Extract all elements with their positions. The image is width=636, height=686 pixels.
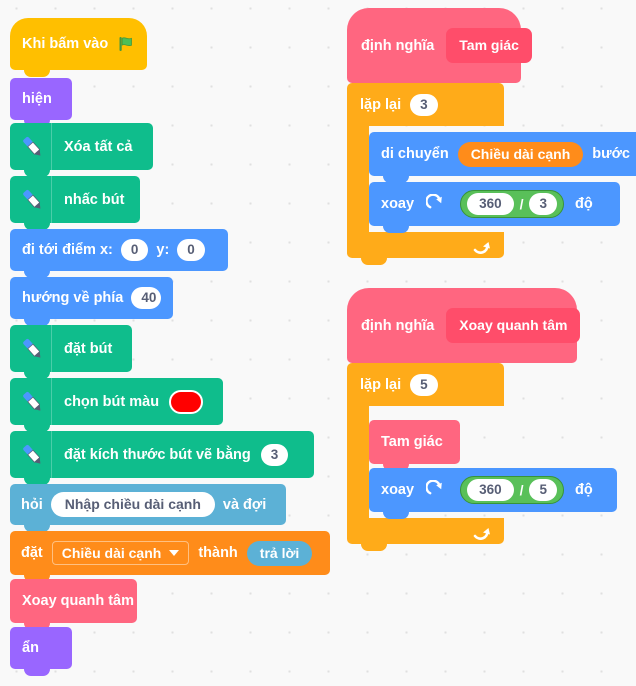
- block-goto-xy[interactable]: đi tới điểm x: 0 y: 0: [10, 229, 228, 278]
- procedure-name-tam-giac: Tam giác: [446, 28, 532, 63]
- define-label: định nghĩa: [361, 317, 435, 334]
- divide-right-input[interactable]: 3: [529, 193, 557, 215]
- turn-label-post: độ: [575, 196, 593, 212]
- loop-arrow-icon: [472, 236, 492, 254]
- block-call-xoay-quanh-tam[interactable]: Xoay quanh tâm: [10, 579, 137, 630]
- block-set-pen-size[interactable]: đặt kích thước bút vẽ bằng 3: [10, 431, 314, 485]
- repeat-label-rotate: lặp lại 5: [360, 374, 438, 396]
- repeat-label-text: lặp lại: [360, 97, 402, 113]
- hide-label: ẩn: [22, 640, 39, 656]
- repeat-times-input[interactable]: 5: [410, 374, 438, 396]
- block-ask-and-wait[interactable]: hỏi Nhập chiều dài cạnh và đợi: [10, 484, 286, 532]
- block-when-flag-clicked[interactable]: Khi bấm vào: [10, 18, 147, 77]
- block-define-tam-giac-hat[interactable]: định nghĩa Tam giác: [347, 8, 532, 83]
- goto-y-label: y:: [156, 242, 170, 258]
- divide-symbol: /: [519, 196, 524, 212]
- ask-prompt-input[interactable]: Nhập chiều dài cạnh: [50, 492, 215, 517]
- loop-arrow-icon: [472, 522, 492, 540]
- pen-down-label: đặt bút: [64, 340, 113, 357]
- operator-divide-triangle[interactable]: 360 / 3: [460, 190, 564, 218]
- green-flag-icon: [117, 34, 137, 54]
- block-point-in-direction[interactable]: hướng về phía 40: [10, 277, 173, 326]
- divide-right-input[interactable]: 5: [529, 479, 557, 501]
- turn-clockwise-icon: [426, 480, 446, 500]
- block-turn-right-rotate[interactable]: xoay 360 / 5 độ: [369, 468, 617, 519]
- block-pen-up[interactable]: nhấc bút: [10, 176, 140, 230]
- move-label-post: bước: [592, 146, 630, 162]
- divide-left-input[interactable]: 360: [467, 479, 514, 501]
- block-define-xoay-quanh-tam-hat[interactable]: định nghĩa Xoay quanh tâm: [347, 288, 581, 363]
- move-label-pre: di chuyển: [381, 146, 449, 162]
- point-direction-input[interactable]: 40: [131, 287, 161, 309]
- goto-x-label: đi tới điểm x:: [22, 242, 113, 258]
- answer-reporter[interactable]: trả lời: [246, 540, 313, 566]
- repeat-block-arm-rotate: [347, 406, 369, 518]
- block-pen-down[interactable]: đặt bút: [10, 325, 132, 379]
- repeat-label-triangle: lặp lại 3: [360, 94, 438, 116]
- point-direction-label: hướng về phía: [22, 290, 124, 306]
- pen-icon: [12, 325, 52, 372]
- repeat-block-arm-triangle: [347, 126, 369, 232]
- turn-label-pre: xoay: [381, 196, 415, 212]
- call-rotate-label: Xoay quanh tâm: [22, 593, 134, 609]
- variable-dropdown-value: Chiều dài cạnh: [61, 545, 162, 561]
- variable-dropdown[interactable]: Chiều dài cạnh: [51, 541, 190, 565]
- block-call-tam-giac[interactable]: Tam giác: [369, 420, 460, 471]
- repeat-label-text: lặp lại: [360, 377, 402, 393]
- when-flag-label: Khi bấm vào: [22, 36, 109, 52]
- set-pen-color-label: chọn bút màu: [64, 393, 160, 410]
- pen-icon: [12, 176, 52, 223]
- erase-all-label: Xóa tất cả: [64, 138, 133, 155]
- variable-reporter-chieu-dai-canh[interactable]: Chiều dài cạnh: [457, 141, 584, 167]
- pen-icon: [12, 378, 52, 425]
- set-var-label-mid: thành: [198, 545, 238, 561]
- show-label: hiện: [22, 91, 52, 107]
- pen-icon: [12, 431, 52, 478]
- goto-x-input[interactable]: 0: [120, 239, 149, 261]
- operator-divide-rotate[interactable]: 360 / 5: [460, 476, 564, 504]
- divide-symbol: /: [519, 482, 524, 498]
- pen-icon: [12, 123, 52, 170]
- block-move-steps-triangle[interactable]: di chuyển Chiều dài cạnh bước: [369, 132, 636, 183]
- divide-left-input[interactable]: 360: [467, 193, 514, 215]
- turn-label-post: độ: [575, 482, 593, 498]
- call-triangle-label: Tam giác: [381, 434, 443, 450]
- set-pen-size-input[interactable]: 3: [260, 443, 289, 466]
- set-pen-size-label: đặt kích thước bút vẽ bằng: [64, 446, 251, 463]
- set-var-label-pre: đặt: [21, 545, 43, 561]
- block-set-variable[interactable]: đặt Chiều dài cạnh thành trả lời: [10, 531, 330, 582]
- procedure-name-xoay-quanh-tam: Xoay quanh tâm: [446, 308, 581, 343]
- pen-up-label: nhấc bút: [64, 191, 125, 208]
- block-erase-all[interactable]: Xóa tất cả: [10, 123, 153, 177]
- block-hide[interactable]: ẩn: [10, 627, 72, 676]
- ask-label-pre: hỏi: [21, 496, 43, 513]
- goto-y-input[interactable]: 0: [177, 239, 205, 261]
- ask-label-post: và đợi: [222, 496, 267, 513]
- block-show[interactable]: hiện: [10, 78, 72, 127]
- block-turn-right-triangle[interactable]: xoay 360 / 3 độ: [369, 182, 620, 233]
- turn-label-pre: xoay: [381, 482, 415, 498]
- pen-color-swatch[interactable]: [169, 389, 204, 414]
- block-set-pen-color[interactable]: chọn bút màu: [10, 378, 223, 432]
- define-label: định nghĩa: [361, 37, 435, 54]
- chevron-down-icon: [169, 550, 180, 556]
- turn-clockwise-icon: [426, 194, 446, 214]
- repeat-times-input[interactable]: 3: [410, 94, 438, 116]
